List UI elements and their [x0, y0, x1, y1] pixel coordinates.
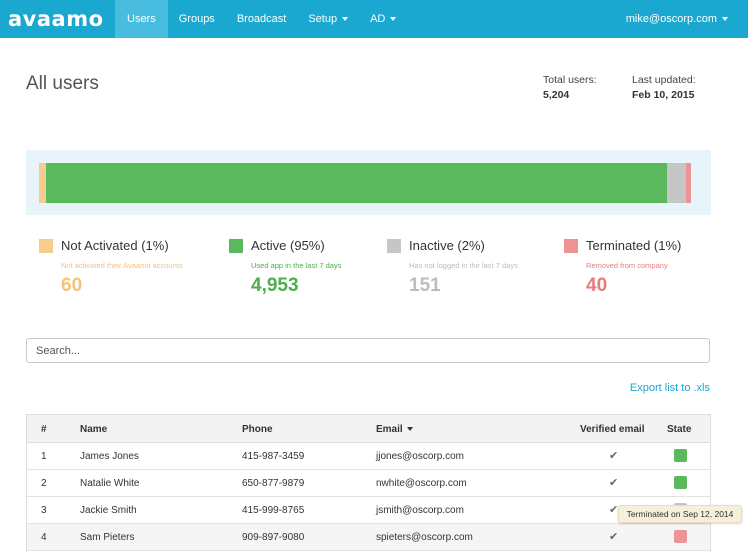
- row-number: 1: [41, 451, 47, 462]
- inactive-subtitle: Has not logged in the last 7 days: [409, 261, 518, 270]
- header-email-sort[interactable]: Email: [376, 424, 413, 435]
- table-row[interactable]: 4 Sam Pieters 909-897-9080 spieters@osco…: [27, 524, 710, 551]
- chevron-down-icon: [342, 17, 349, 21]
- row-name: Jackie Smith: [80, 505, 137, 516]
- nav-users-label: Users: [127, 13, 156, 25]
- table-header: # Name Phone Email Verified email State: [27, 415, 710, 443]
- distribution-segment-not-activated: [39, 163, 47, 203]
- total-users-label: Total users:: [543, 74, 597, 86]
- nav-groups[interactable]: Groups: [168, 0, 226, 38]
- state-indicator[interactable]: [674, 476, 687, 489]
- top-navbar: avaamo Users Groups Broadcast Setup AD m…: [0, 0, 748, 38]
- users-table: # Name Phone Email Verified email State …: [26, 414, 711, 552]
- checkmark-icon: ✔: [609, 531, 619, 543]
- active-title: Active (95%): [251, 238, 325, 253]
- row-email: jsmith@oscorp.com: [376, 505, 464, 516]
- header-number: #: [41, 424, 47, 435]
- nav-ad-dropdown[interactable]: AD: [359, 0, 407, 38]
- checkmark-icon: ✔: [609, 504, 619, 516]
- checkmark-icon: ✔: [609, 450, 619, 462]
- state-indicator[interactable]: [674, 449, 687, 462]
- terminated-title: Terminated (1%): [586, 238, 682, 253]
- distribution-segment-active: [46, 163, 667, 203]
- row-name: Natalie White: [80, 478, 140, 489]
- active-subtitle: Used app in the last 7 days: [251, 261, 342, 270]
- active-swatch: [229, 239, 243, 253]
- row-name: Sam Pieters: [80, 532, 135, 543]
- nav-broadcast-label: Broadcast: [236, 13, 287, 25]
- row-phone: 909-897-9080: [242, 532, 305, 543]
- header-phone[interactable]: Phone: [242, 424, 273, 435]
- nav-broadcast[interactable]: Broadcast: [226, 0, 298, 38]
- total-users-stat: Total users: 5,204: [543, 74, 597, 101]
- table-row[interactable]: 3 Jackie Smith 415-999-8765 jsmith@oscor…: [27, 497, 710, 524]
- user-distribution-panel: [26, 150, 711, 215]
- user-distribution-bar: [39, 163, 691, 203]
- table-row[interactable]: 1 James Jones 415-987-3459 jjones@oscorp…: [27, 443, 710, 470]
- last-updated-stat: Last updated: Feb 10, 2015: [632, 74, 696, 101]
- state-indicator[interactable]: [674, 530, 687, 543]
- user-account-menu[interactable]: mike@oscorp.com: [626, 0, 728, 38]
- not-activated-title: Not Activated (1%): [61, 238, 169, 253]
- nav-menu: Users Groups Broadcast Setup AD: [115, 0, 407, 38]
- total-users-value: 5,204: [543, 89, 570, 101]
- chevron-down-icon: [722, 17, 728, 21]
- avaamo-logo[interactable]: avaamo: [8, 6, 104, 32]
- nav-setup-dropdown[interactable]: Setup: [297, 0, 359, 38]
- inactive-swatch: [387, 239, 401, 253]
- not-activated-subtitle: Not activated their Avaamo accounts: [61, 261, 183, 270]
- table-row[interactable]: 2 Natalie White 650-877-9879 nwhite@osco…: [27, 470, 710, 497]
- row-email: jjones@oscorp.com: [376, 451, 464, 462]
- row-number: 3: [41, 505, 47, 516]
- terminated-subtitle: Removed from company: [586, 261, 668, 270]
- terminated-swatch: [564, 239, 578, 253]
- nav-groups-label: Groups: [178, 13, 215, 25]
- search-input[interactable]: [26, 338, 710, 363]
- not-activated-swatch: [39, 239, 53, 253]
- export-xls-link[interactable]: Export list to .xls: [630, 382, 710, 394]
- state-tooltip: Terminated on Sep 12, 2014: [618, 505, 742, 523]
- distribution-segment-inactive: [666, 163, 686, 203]
- header-state[interactable]: State: [667, 424, 691, 435]
- nav-setup-label: Setup: [308, 13, 338, 25]
- header-name[interactable]: Name: [80, 424, 107, 435]
- row-email: nwhite@oscorp.com: [376, 478, 467, 489]
- header-email-label: Email: [376, 424, 403, 435]
- row-phone: 415-987-3459: [242, 451, 305, 462]
- row-phone: 415-999-8765: [242, 505, 305, 516]
- last-updated-value: Feb 10, 2015: [632, 89, 695, 101]
- nav-ad-label: AD: [370, 13, 386, 25]
- checkmark-icon: ✔: [609, 477, 619, 489]
- row-number: 4: [41, 532, 47, 543]
- user-email: mike@oscorp.com: [625, 13, 717, 25]
- sort-desc-icon: [406, 427, 413, 432]
- last-updated-label: Last updated:: [632, 74, 696, 86]
- row-number: 2: [41, 478, 47, 489]
- not-activated-count: 60: [61, 275, 83, 296]
- inactive-count: 151: [409, 275, 441, 296]
- distribution-segment-terminated: [685, 163, 691, 203]
- row-phone: 650-877-9879: [242, 478, 305, 489]
- row-name: James Jones: [80, 451, 139, 462]
- inactive-title: Inactive (2%): [409, 238, 485, 253]
- chevron-down-icon: [390, 17, 397, 21]
- nav-users[interactable]: Users: [115, 0, 168, 38]
- terminated-count: 40: [586, 275, 608, 296]
- page-title: All users: [26, 73, 99, 94]
- row-email: spieters@oscorp.com: [376, 532, 473, 543]
- header-verified-email[interactable]: Verified email: [580, 424, 644, 435]
- active-count: 4,953: [251, 275, 299, 296]
